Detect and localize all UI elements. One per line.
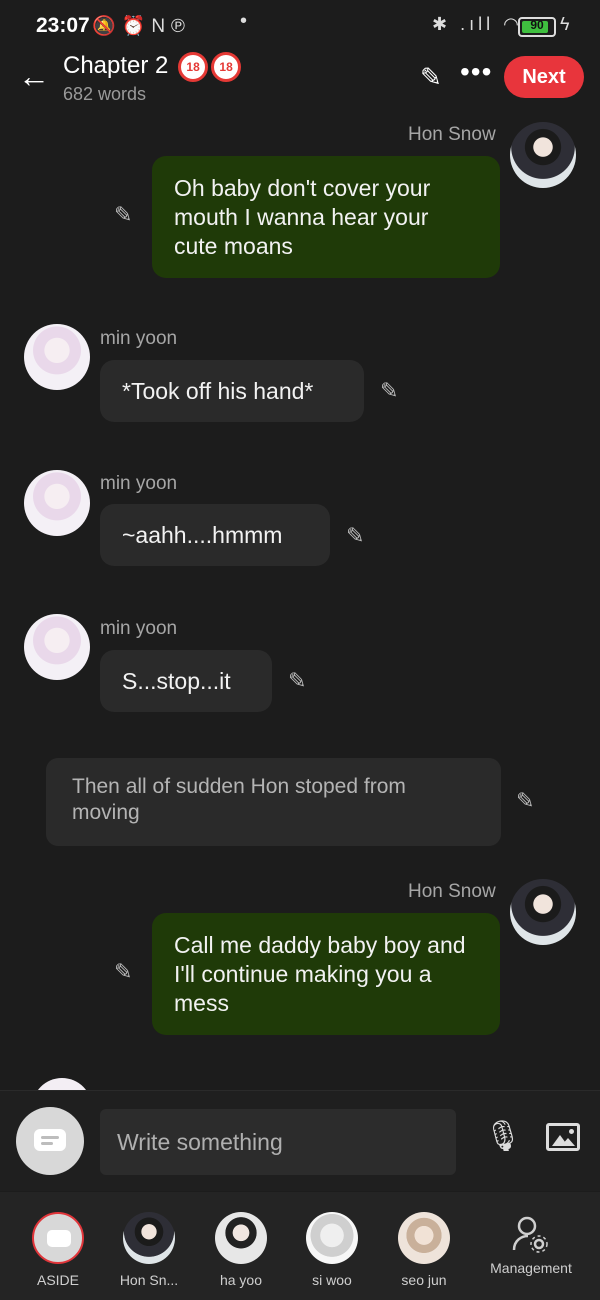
connectivity-icons: ✱ .ıll ◠ bbox=[432, 14, 523, 34]
aside-icon bbox=[32, 1212, 84, 1264]
edit-message-icon[interactable]: ✎ bbox=[516, 788, 534, 814]
notification-icons: 🔕⏰N℗ bbox=[92, 16, 192, 37]
management-button[interactable]: Management bbox=[486, 1192, 576, 1300]
edit-message-icon[interactable]: ✎ bbox=[114, 959, 132, 985]
avatar bbox=[215, 1212, 267, 1264]
character-label: ASIDE bbox=[36, 1272, 79, 1288]
edit-message-icon[interactable]: ✎ bbox=[288, 668, 306, 694]
avatar-hon-snow[interactable] bbox=[510, 122, 576, 188]
age-rating-badge: 18 bbox=[178, 52, 209, 82]
sender-name: min yoon bbox=[100, 328, 178, 349]
edit-chapter-icon[interactable]: ✎ bbox=[420, 62, 442, 93]
user-settings-icon bbox=[512, 1216, 548, 1253]
message-input[interactable]: Write something bbox=[100, 1109, 456, 1175]
character-label: si woo bbox=[312, 1272, 352, 1288]
avatar bbox=[398, 1212, 450, 1264]
avatar bbox=[306, 1212, 358, 1264]
character-label: seo jun bbox=[401, 1272, 447, 1288]
charging-icon: ϟ bbox=[560, 14, 570, 34]
character-ha-yoo[interactable]: ha yoo bbox=[196, 1192, 286, 1300]
more-options-icon[interactable]: ••• bbox=[460, 56, 492, 88]
message-bubble[interactable]: S...stop...it bbox=[100, 650, 272, 712]
message-bubble[interactable]: ~aahh....hmmm bbox=[100, 504, 330, 566]
avatar-hon-snow[interactable] bbox=[510, 879, 576, 945]
character-seo-jun[interactable]: seo jun bbox=[379, 1192, 469, 1300]
aside-narration[interactable]: Then all of sudden Hon stoped from movin… bbox=[46, 758, 501, 846]
chapter-header: ← Chapter 2 18 18 682 words ✎ ••• Next bbox=[0, 52, 600, 112]
back-arrow-icon[interactable]: ← bbox=[18, 58, 50, 95]
edit-message-icon[interactable]: ✎ bbox=[114, 202, 132, 228]
character-label: Hon Sn... bbox=[119, 1272, 179, 1288]
battery-icon: 90 bbox=[518, 17, 556, 37]
edit-message-icon[interactable]: ✎ bbox=[346, 523, 364, 549]
sender-name: min yoon bbox=[100, 473, 178, 494]
age-rating-badge: 18 bbox=[211, 52, 242, 82]
character-hon-snow[interactable]: Hon Sn... bbox=[104, 1192, 194, 1300]
avatar-min-yoon[interactable] bbox=[24, 324, 90, 390]
management-label: Management bbox=[490, 1260, 572, 1276]
chapter-title-row: Chapter 2 18 18 bbox=[63, 52, 242, 82]
status-time: 23:07 bbox=[36, 14, 90, 37]
character-si-woo[interactable]: si woo bbox=[287, 1192, 377, 1300]
avatar-min-yoon[interactable] bbox=[24, 614, 90, 680]
message-bubble[interactable]: Call me daddy baby boy and I'll continue… bbox=[152, 913, 500, 1035]
status-bar: 23:07 🔕⏰N℗ • ✱ .ıll ◠ 90 ϟ bbox=[0, 0, 600, 52]
character-label: ha yoo bbox=[219, 1272, 263, 1288]
image-icon[interactable] bbox=[546, 1123, 580, 1151]
battery-level: 90 bbox=[530, 18, 544, 32]
message-bubble[interactable]: *Took off his hand* bbox=[100, 360, 364, 422]
microphone-icon[interactable]: 🎙 bbox=[484, 1119, 522, 1154]
word-count: 682 words bbox=[63, 84, 147, 104]
edit-message-icon[interactable]: ✎ bbox=[380, 378, 398, 404]
next-button[interactable]: Next bbox=[504, 56, 584, 98]
avatar-min-yoon[interactable] bbox=[24, 470, 90, 536]
status-dot: • bbox=[240, 10, 248, 32]
sender-name: Hon Snow bbox=[408, 124, 496, 145]
message-composer: Write something 🎙 bbox=[0, 1090, 600, 1191]
chapter-title: Chapter 2 bbox=[63, 52, 169, 79]
aside-mode-button[interactable] bbox=[16, 1107, 84, 1175]
character-bar: ASIDE Hon Sn... ha yoo si woo seo jun Ma… bbox=[0, 1192, 600, 1300]
sender-name: Hon Snow bbox=[408, 881, 496, 902]
character-aside[interactable]: ASIDE bbox=[13, 1192, 103, 1300]
sender-name: min yoon bbox=[100, 618, 178, 639]
avatar bbox=[123, 1212, 175, 1264]
message-bubble[interactable]: Oh baby don't cover your mouth I wanna h… bbox=[152, 156, 500, 278]
